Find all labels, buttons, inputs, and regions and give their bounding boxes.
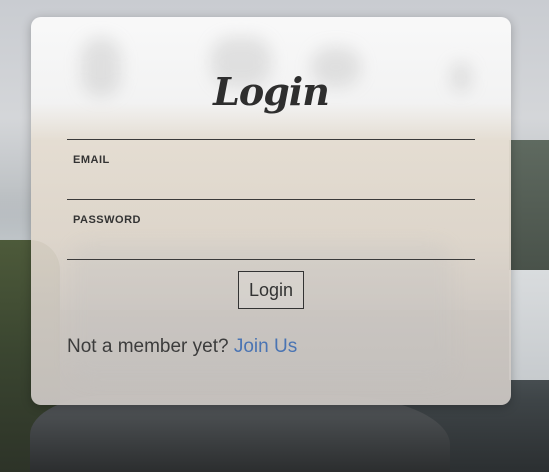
login-button[interactable]: Login — [238, 271, 304, 309]
email-label: EMAIL — [73, 154, 110, 166]
login-card: Login EMAIL PASSWORD Login Not a member … — [31, 17, 511, 405]
divider — [67, 139, 475, 140]
password-label: PASSWORD — [73, 214, 141, 226]
background-fog — [509, 270, 549, 380]
member-prompt-line: Not a member yet? Join Us — [67, 336, 297, 358]
background-rocks — [30, 395, 450, 472]
page-title: Login — [213, 69, 330, 114]
email-underline — [67, 199, 475, 200]
blurred-background-shape — [71, 242, 451, 382]
email-field[interactable] — [67, 171, 475, 199]
member-prompt-text: Not a member yet? — [67, 336, 229, 357]
password-underline — [67, 259, 475, 260]
password-field[interactable] — [67, 231, 475, 259]
background-hill-right — [509, 140, 549, 270]
join-us-link[interactable]: Join Us — [234, 336, 297, 357]
